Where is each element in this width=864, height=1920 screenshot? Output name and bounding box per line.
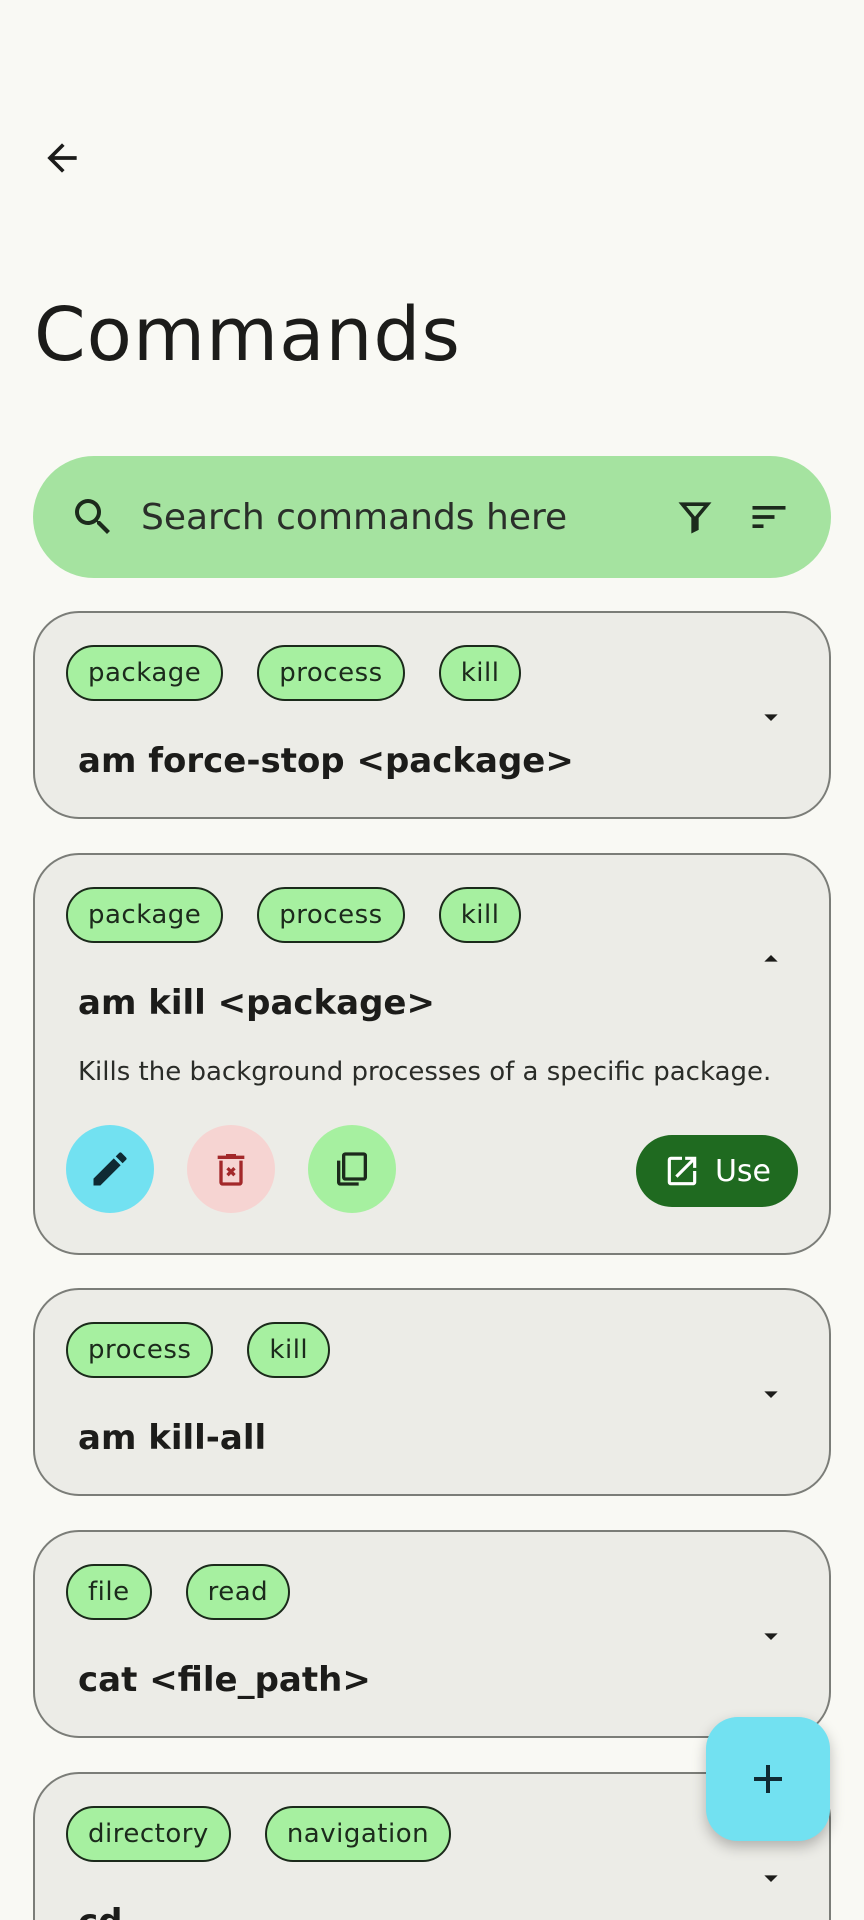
- tag-list: package process kill: [66, 887, 522, 943]
- tag-chip[interactable]: kill: [247, 1322, 331, 1378]
- expand-button[interactable]: [747, 1370, 795, 1418]
- command-text: cat <file_path>: [78, 1660, 371, 1700]
- arrow-back-icon: [47, 143, 77, 173]
- command-card[interactable]: process kill am kill-all: [33, 1288, 831, 1496]
- add-command-button[interactable]: [706, 1717, 830, 1841]
- tag-chip[interactable]: directory: [66, 1806, 231, 1862]
- chevron-down-icon: [764, 1633, 778, 1640]
- command-text: am kill <package>: [78, 983, 435, 1023]
- commands-screen: Commands package process kill am force-s…: [0, 0, 864, 1920]
- chevron-down-icon: [764, 1875, 778, 1882]
- back-button[interactable]: [30, 126, 94, 190]
- tag-chip[interactable]: process: [257, 887, 405, 943]
- tag-chip[interactable]: package: [66, 645, 224, 701]
- expand-button[interactable]: [747, 693, 795, 741]
- tag-chip[interactable]: process: [257, 645, 405, 701]
- filter-icon: [678, 502, 712, 534]
- expand-button[interactable]: [747, 1612, 795, 1660]
- command-card[interactable]: file read cat <file_path>: [33, 1530, 831, 1738]
- tag-chip[interactable]: package: [66, 887, 224, 943]
- tag-list: package process kill: [66, 645, 522, 701]
- tag-chip[interactable]: process: [66, 1322, 214, 1378]
- command-text: am kill-all: [78, 1418, 267, 1458]
- collapse-button[interactable]: [747, 935, 795, 983]
- use-label: Use: [714, 1153, 772, 1189]
- edit-button[interactable]: [66, 1125, 154, 1213]
- search-bar[interactable]: [33, 455, 831, 579]
- delete-icon: [217, 1154, 245, 1186]
- tag-list: file read: [66, 1564, 291, 1620]
- filter-button[interactable]: [667, 489, 723, 545]
- command-card[interactable]: package process kill am force-stop <pack…: [33, 611, 831, 819]
- expand-button[interactable]: [747, 1854, 795, 1902]
- tag-chip[interactable]: read: [185, 1564, 291, 1620]
- pencil-icon: [93, 1152, 127, 1186]
- command-description: Kills the background processes of a spec…: [78, 1057, 772, 1087]
- command-card-expanded[interactable]: package process kill am kill <package> K…: [33, 853, 831, 1255]
- tag-chip[interactable]: navigation: [264, 1806, 452, 1862]
- delete-button[interactable]: [187, 1125, 275, 1213]
- page-title: Commands: [34, 292, 461, 378]
- chevron-down-icon: [764, 1391, 778, 1398]
- tag-chip[interactable]: kill: [438, 645, 522, 701]
- command-text: cd -: [78, 1900, 148, 1920]
- command-text: am force-stop <package>: [78, 741, 574, 781]
- tag-chip[interactable]: file: [66, 1564, 152, 1620]
- use-button[interactable]: Use: [636, 1135, 798, 1207]
- copy-icon: [337, 1152, 367, 1186]
- tag-chip[interactable]: kill: [438, 887, 522, 943]
- sort-icon: [752, 506, 786, 528]
- tag-list: directory navigation: [66, 1806, 452, 1862]
- chevron-up-icon: [764, 955, 778, 962]
- search-icon: [69, 493, 117, 541]
- sort-button[interactable]: [741, 489, 797, 545]
- chevron-down-icon: [764, 714, 778, 721]
- search-input[interactable]: [139, 455, 667, 579]
- add-icon: [754, 1765, 782, 1793]
- open-external-icon: [667, 1156, 697, 1186]
- copy-button[interactable]: [308, 1125, 396, 1213]
- tag-list: process kill: [66, 1322, 331, 1378]
